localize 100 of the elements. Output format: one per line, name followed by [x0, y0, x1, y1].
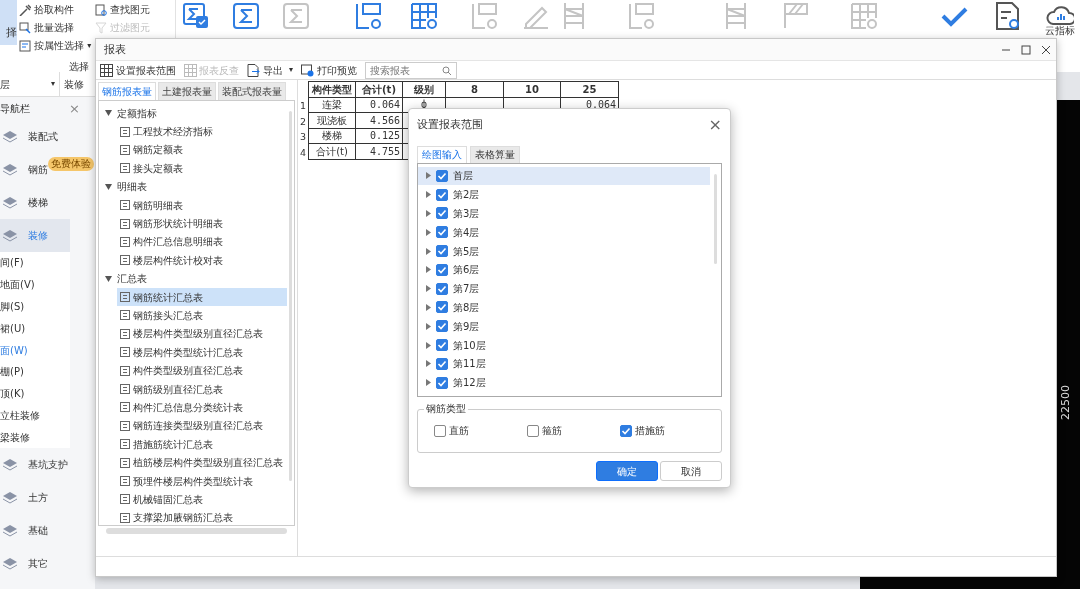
- close-button[interactable]: ×: [708, 117, 722, 134]
- nav-subitem[interactable]: 地面(V): [0, 273, 70, 296]
- tab[interactable]: 绘图输入: [417, 145, 467, 163]
- tree-item[interactable]: 构件汇总信息分类统计表: [117, 398, 287, 417]
- tree-item[interactable]: 第5层: [418, 241, 710, 261]
- tool-button[interactable]: 按属性选择 ▾: [19, 38, 92, 53]
- row-number: 1: [300, 100, 307, 111]
- tree-item[interactable]: 钢筋连接类型级别直径汇总表: [117, 416, 287, 436]
- nav-subitem[interactable]: 面(W): [0, 339, 70, 361]
- tree-item[interactable]: 第3层: [418, 204, 710, 223]
- sum-icon[interactable]: [232, 2, 260, 30]
- checkbox[interactable]: [436, 357, 448, 370]
- tree-item[interactable]: 钢筋统计汇总表: [117, 287, 287, 307]
- toolbar-button[interactable]: 设置报表范围: [100, 62, 176, 78]
- tree-item[interactable]: 构件类型级别直径汇总表: [117, 361, 287, 380]
- tree-item[interactable]: 第4层: [418, 222, 710, 242]
- tab[interactable]: 装配式报表量: [218, 82, 286, 100]
- tree-item[interactable]: 钢筋接头汇总表: [117, 306, 287, 325]
- tree-item[interactable]: 第2层: [418, 185, 710, 205]
- tree-group[interactable]: 明细表: [99, 177, 147, 196]
- tree-item[interactable]: 第6层: [418, 260, 710, 280]
- checkbox[interactable]: [436, 226, 448, 239]
- maximize-icon[interactable]: [1021, 44, 1031, 55]
- checkbox[interactable]: [434, 424, 446, 437]
- checkbox[interactable]: [436, 169, 448, 182]
- tool-button[interactable]: 拾取构件: [19, 2, 75, 17]
- nav-item[interactable]: 钢筋: [0, 153, 48, 186]
- tree-item[interactable]: 首层: [418, 166, 710, 186]
- checkbox[interactable]: [620, 424, 632, 437]
- search-field[interactable]: 搜索报表: [364, 61, 457, 79]
- sum-check-icon[interactable]: [182, 2, 210, 30]
- checkbox[interactable]: [436, 207, 448, 220]
- nav-subitem[interactable]: 棚(P): [0, 361, 70, 383]
- tree-item[interactable]: 支撑梁加腋钢筋汇总表: [117, 508, 287, 525]
- table-cell: 0.064: [355, 97, 403, 113]
- nav-item[interactable]: 基础: [0, 514, 70, 548]
- tab[interactable]: 表格算量: [470, 145, 520, 163]
- tree-item[interactable]: 第12层: [418, 373, 710, 393]
- cancel-button[interactable]: 取消: [660, 461, 722, 481]
- toolbar-button[interactable]: 导出 ▾: [247, 62, 293, 78]
- tree-item[interactable]: 第11层: [418, 354, 710, 374]
- document-search-icon[interactable]: [994, 2, 1022, 30]
- tree-item[interactable]: 楼层构件类型统计汇总表: [117, 343, 287, 362]
- checkbox[interactable]: [436, 263, 448, 276]
- tree-item[interactable]: 预埋件楼层构件类型统计表: [117, 471, 287, 491]
- checkbox[interactable]: [436, 245, 448, 258]
- tab[interactable]: 钢筋报表量: [98, 82, 156, 100]
- tree-item[interactable]: 构件汇总信息明细表: [117, 232, 287, 252]
- checkbox[interactable]: [436, 376, 448, 389]
- table-search-icon[interactable]: [410, 2, 438, 30]
- tree-item[interactable]: 措施筋统计汇总表: [117, 435, 287, 454]
- checkbox[interactable]: [436, 282, 448, 295]
- scrollbar[interactable]: [289, 111, 292, 481]
- checkbox[interactable]: [436, 320, 448, 333]
- tree-item[interactable]: 植筋楼层构件类型级别直径汇总表: [117, 453, 287, 472]
- floor-dropdown[interactable]: 层 ▾: [0, 72, 60, 96]
- tree-item[interactable]: 第8层: [418, 298, 710, 317]
- tree-item[interactable]: 钢筋形状统计明细表: [117, 214, 287, 233]
- tree-item[interactable]: 第10层: [418, 335, 710, 355]
- tree-item[interactable]: 机械锚固汇总表: [117, 490, 287, 509]
- tree-item[interactable]: 楼层构件统计校对表: [117, 251, 287, 270]
- nav-item[interactable]: 基坑支护: [0, 448, 70, 482]
- nav-subitem[interactable]: 立柱装修: [0, 404, 70, 427]
- eyedropper-icon: [19, 3, 32, 16]
- nav-subitem[interactable]: 裙(U): [0, 317, 70, 340]
- tree-group[interactable]: 汇总表: [99, 269, 147, 288]
- chart-search-icon[interactable]: [354, 2, 382, 30]
- tree-item[interactable]: 楼层构件类型级别直径汇总表: [117, 324, 287, 344]
- tab[interactable]: 土建报表量: [158, 82, 216, 100]
- close-button[interactable]: ×: [69, 102, 80, 115]
- nav-subitem[interactable]: 间(F): [0, 252, 70, 274]
- checkbox[interactable]: [527, 424, 539, 437]
- minimize-icon[interactable]: [1001, 48, 1011, 51]
- collapse-arrow-icon: [105, 275, 112, 282]
- tool-button[interactable]: 查找图元: [95, 2, 151, 17]
- scrollbar[interactable]: [714, 173, 717, 264]
- nav-item[interactable]: 装配式: [0, 120, 70, 153]
- tree-group[interactable]: 定额指标: [99, 104, 157, 123]
- nav-subitem[interactable]: 梁装修: [0, 426, 70, 449]
- table-cell: 现浇板: [308, 112, 356, 128]
- tree-item[interactable]: 接头定额表: [117, 159, 287, 178]
- nav-item[interactable]: 其它: [0, 547, 70, 581]
- tree-item[interactable]: 工程技术经济指标: [117, 122, 287, 141]
- nav-subitem[interactable]: 脚(S): [0, 295, 70, 318]
- nav-subitem[interactable]: 顶(K): [0, 382, 70, 405]
- checkbox[interactable]: [436, 301, 448, 314]
- tree-item[interactable]: 钢筋定额表: [117, 140, 287, 160]
- tree-item[interactable]: 钢筋明细表: [117, 195, 287, 215]
- checkbox[interactable]: [436, 188, 448, 201]
- ok-button[interactable]: 确定: [595, 461, 658, 481]
- nav-item[interactable]: 楼梯: [0, 186, 70, 219]
- tree-item[interactable]: 第7层: [418, 279, 710, 299]
- tool-button[interactable]: 批量选择: [19, 20, 75, 35]
- tree-item[interactable]: 钢筋级别直径汇总表: [117, 379, 287, 399]
- checkbox[interactable]: [436, 339, 448, 352]
- close-icon[interactable]: [1041, 44, 1051, 55]
- tree-item[interactable]: 第9层: [418, 316, 710, 336]
- scrollbar[interactable]: [106, 528, 287, 534]
- toolbar-button[interactable]: 打印预览: [301, 62, 357, 78]
- nav-item[interactable]: 土方: [0, 481, 70, 515]
